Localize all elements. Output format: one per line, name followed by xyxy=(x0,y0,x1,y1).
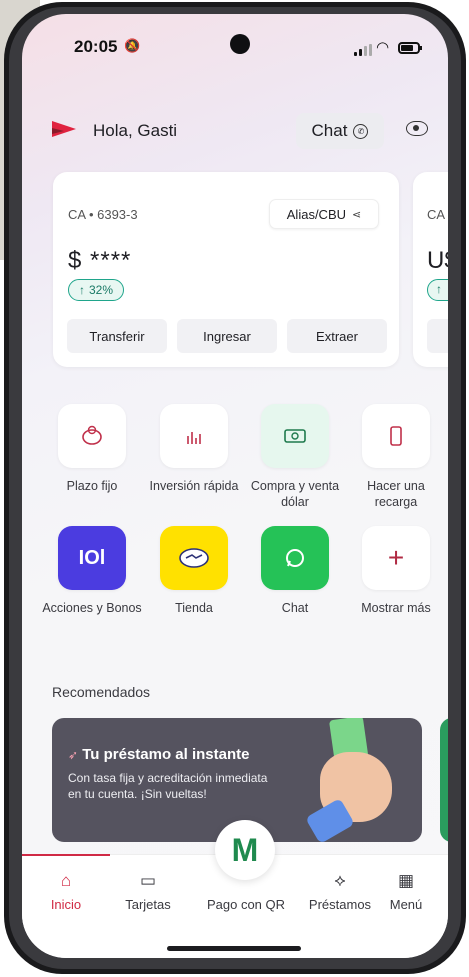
card-action-button[interactable] xyxy=(427,319,448,353)
alias-cbu-button[interactable]: Alias/CBU ⋖ xyxy=(269,199,379,229)
deposit-button[interactable]: Ingresar xyxy=(177,319,277,353)
wifi-icon: ◠ xyxy=(376,39,390,56)
quick-action-label: Chat xyxy=(281,601,309,615)
quick-action-label: Acciones y Bonos xyxy=(42,601,142,615)
nav-label: Tarjetas xyxy=(125,897,171,912)
eye-icon[interactable] xyxy=(406,121,428,136)
quick-action-chat[interactable]: Chat xyxy=(245,526,345,616)
signal-icon xyxy=(354,44,372,56)
chat-button-label: Chat xyxy=(311,121,348,140)
nav-menu[interactable]: ▦ Menú xyxy=(374,869,438,912)
card-actions: Transferir Ingresar Extraer xyxy=(67,319,387,353)
qr-pay-button[interactable]: M xyxy=(215,820,275,880)
battery-icon xyxy=(398,42,422,54)
share-icon: ⋖ xyxy=(352,208,362,221)
chat-button[interactable]: Chat ✆ xyxy=(296,113,384,149)
promo-title: ➶ Tu préstamo al instante xyxy=(68,746,250,763)
phone-recharge-icon xyxy=(362,404,430,468)
promo-title-text: Tu préstamo al instante xyxy=(82,746,250,763)
mute-bell-icon: 🔕 xyxy=(124,38,141,53)
change-value: 32% xyxy=(89,283,114,297)
whatsapp-icon: ✆ xyxy=(353,123,369,139)
quick-action-label: Inversión rápida xyxy=(149,479,239,493)
app-screen: 20:05 🔕 ◠ Hola, Gasti Chat ✆ CA • 6393-3… xyxy=(22,14,448,958)
plus-icon: + xyxy=(362,526,430,590)
account-card-pesos[interactable]: CA • 6393-3 Alias/CBU ⋖ $ **** ↑ 32% Tra… xyxy=(53,172,399,367)
transfer-button[interactable]: Transferir xyxy=(67,319,167,353)
quick-action-acciones[interactable]: IOl Acciones y Bonos xyxy=(42,526,142,616)
nav-label: Inicio xyxy=(50,897,82,912)
rocket-icon: ➶ xyxy=(68,748,79,762)
account-number: CA • xyxy=(427,207,448,222)
dollar-bill-icon xyxy=(261,404,329,468)
account-balance: $ **** xyxy=(68,247,132,274)
account-number: CA • 6393-3 xyxy=(68,207,138,222)
cards-icon: ▭ xyxy=(139,871,157,890)
quick-action-inversion[interactable]: Inversión rápida xyxy=(144,404,244,494)
alias-cbu-label: Alias/CBU xyxy=(286,206,347,222)
loan-hand-icon: ⟡ xyxy=(334,871,346,890)
quick-action-label: Compra y venta dólar xyxy=(250,479,340,509)
arrow-up-icon: ↑ xyxy=(79,283,85,297)
whatsapp-icon xyxy=(261,526,329,590)
home-indicator[interactable] xyxy=(167,946,301,951)
arrow-up-icon: ↑ xyxy=(427,279,448,301)
account-balance: U$ xyxy=(427,247,448,274)
greeting-text: Hola, Gasti xyxy=(93,121,178,140)
section-title-recomendados: Recomendados xyxy=(52,684,151,700)
front-camera xyxy=(230,34,250,54)
home-icon: ⌂ xyxy=(60,871,72,890)
nav-inicio[interactable]: ⌂ Inicio xyxy=(26,869,106,912)
quick-action-label: Mostrar más xyxy=(361,601,431,615)
iol-logo-icon: IOl xyxy=(58,526,126,590)
chart-bars-icon xyxy=(160,404,228,468)
quick-action-mostrar-mas[interactable]: + Mostrar más xyxy=(346,526,446,616)
account-card-dollars[interactable]: CA • U$ ↑ xyxy=(413,172,448,367)
nav-tarjetas[interactable]: ▭ Tarjetas xyxy=(108,869,188,912)
quick-action-recarga[interactable]: Hacer una recarga xyxy=(346,404,446,510)
nav-label: Préstamos xyxy=(308,897,372,912)
promo-body: Con tasa fija y acreditación inmediata e… xyxy=(68,771,268,801)
withdraw-button[interactable]: Extraer xyxy=(287,319,387,353)
status-time: 20:05 xyxy=(74,37,118,56)
quick-action-label: Tienda xyxy=(175,601,213,615)
quick-action-dolar[interactable]: Compra y venta dólar xyxy=(245,404,345,510)
nav-prestamos[interactable]: ⟡ Préstamos xyxy=(300,869,380,912)
grid-icon: ▦ xyxy=(397,871,415,890)
handshake-icon xyxy=(160,526,228,590)
bank-logo xyxy=(52,121,76,137)
nav-label: Menú xyxy=(389,897,423,912)
quick-action-tienda[interactable]: Tienda xyxy=(144,526,244,616)
quick-action-label: Hacer una recarga xyxy=(367,479,425,509)
change-badge: ↑ 32% xyxy=(68,279,125,301)
piggy-bank-icon xyxy=(58,404,126,468)
next-promo-banner[interactable] xyxy=(440,718,448,842)
active-tab-indicator xyxy=(22,854,110,856)
quick-action-plazo-fijo[interactable]: Plazo fijo xyxy=(42,404,142,494)
status-bar: 20:05 🔕 ◠ xyxy=(22,14,448,72)
nav-label: Pago con QR xyxy=(206,897,286,912)
quick-action-label: Plazo fijo xyxy=(66,479,118,493)
